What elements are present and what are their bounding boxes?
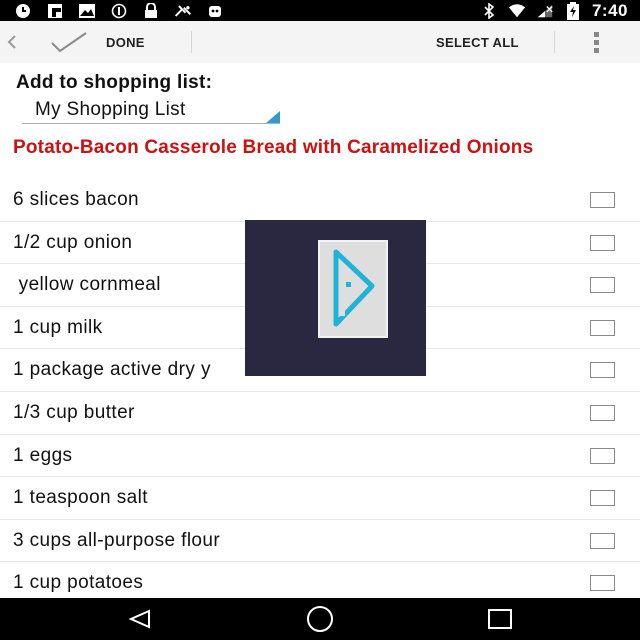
clock-time: 7:40	[591, 0, 628, 20]
ingredient-checkbox[interactable]	[590, 532, 615, 549]
video-overlay[interactable]	[245, 220, 426, 376]
battery-icon	[564, 1, 582, 20]
notification-icons	[0, 2, 224, 19]
add-to-list-label: Add to shopping list:	[16, 72, 213, 93]
ingredient-label: 1/3 cup butter	[13, 401, 135, 423]
navigation-bar	[0, 598, 640, 640]
ingredient-label: 6 slices bacon	[13, 189, 140, 210]
ingredient-label: 1 eggs	[13, 444, 73, 466]
back-icon[interactable]	[110, 598, 170, 640]
shopping-list-dropdown[interactable]: My Shopping List	[22, 98, 280, 124]
flipboard-icon	[46, 3, 64, 19]
ingredient-checkbox[interactable]	[590, 319, 615, 336]
ingredient-label: 1 package active dry y	[13, 359, 211, 381]
action-bar: DONE SELECT ALL	[0, 21, 640, 63]
ingredient-checkbox[interactable]	[590, 362, 615, 379]
recipe-title: Potato-Bacon Casserole Bread with Carame…	[13, 137, 534, 158]
action-divider	[190, 31, 192, 53]
clock-icon	[14, 3, 32, 19]
bluetooth-icon	[480, 2, 498, 19]
ingredient-label: 1 teaspoon salt	[13, 487, 148, 509]
screen: 7:40 DONE SELECT ALL Add to shopping lis…	[0, 0, 640, 640]
status-bar: 7:40	[0, 0, 640, 21]
ingredient-checkbox[interactable]	[590, 575, 615, 592]
ingredient-checkbox[interactable]	[590, 277, 615, 294]
ingredient-row[interactable]: 3 cups all-purpose flour	[0, 520, 640, 563]
ingredient-checkbox[interactable]	[590, 447, 615, 464]
ingredient-label: 1/2 cup onion	[13, 231, 133, 253]
home-icon[interactable]	[290, 598, 350, 640]
ingredient-label: yellow cornmeal	[13, 274, 161, 296]
done-button[interactable]: DONE	[106, 35, 145, 50]
selected-list-value: My Shopping List	[35, 99, 186, 120]
ingredient-row[interactable]: 1 eggs	[0, 435, 640, 478]
select-all-button[interactable]: SELECT ALL	[436, 35, 519, 50]
play-logo-icon	[318, 240, 388, 338]
ingredient-checkbox[interactable]	[590, 404, 615, 421]
ingredient-row[interactable]: 1/3 cup butter	[0, 392, 640, 435]
ingredient-checkbox[interactable]	[590, 490, 615, 507]
robot-icon	[206, 3, 224, 19]
ingredient-row[interactable]: 1 teaspoon salt	[0, 477, 640, 520]
system-icons: 7:40	[480, 1, 640, 21]
ingredient-checkbox[interactable]	[590, 192, 615, 208]
ingredient-row[interactable]: 6 slices bacon	[0, 179, 640, 222]
ingredient-label: 1 cup potatoes	[13, 572, 144, 594]
recents-icon[interactable]	[470, 598, 530, 640]
dropdown-arrow-icon	[266, 111, 280, 123]
satellite-icon	[174, 3, 192, 19]
up-chevron-icon[interactable]	[0, 21, 24, 63]
overflow-menu-icon[interactable]	[590, 30, 602, 54]
signal-icon	[536, 3, 554, 19]
ingredient-label: 3 cups all-purpose flour	[13, 529, 221, 551]
wifi-icon	[508, 3, 526, 19]
circle-icon	[110, 3, 128, 19]
done-check-icon[interactable]	[44, 21, 94, 63]
lock-icon	[142, 2, 160, 19]
gallery-icon	[78, 3, 96, 19]
ingredient-label: 1 cup milk	[13, 316, 103, 338]
action-divider	[554, 31, 555, 53]
ingredient-checkbox[interactable]	[590, 234, 615, 251]
